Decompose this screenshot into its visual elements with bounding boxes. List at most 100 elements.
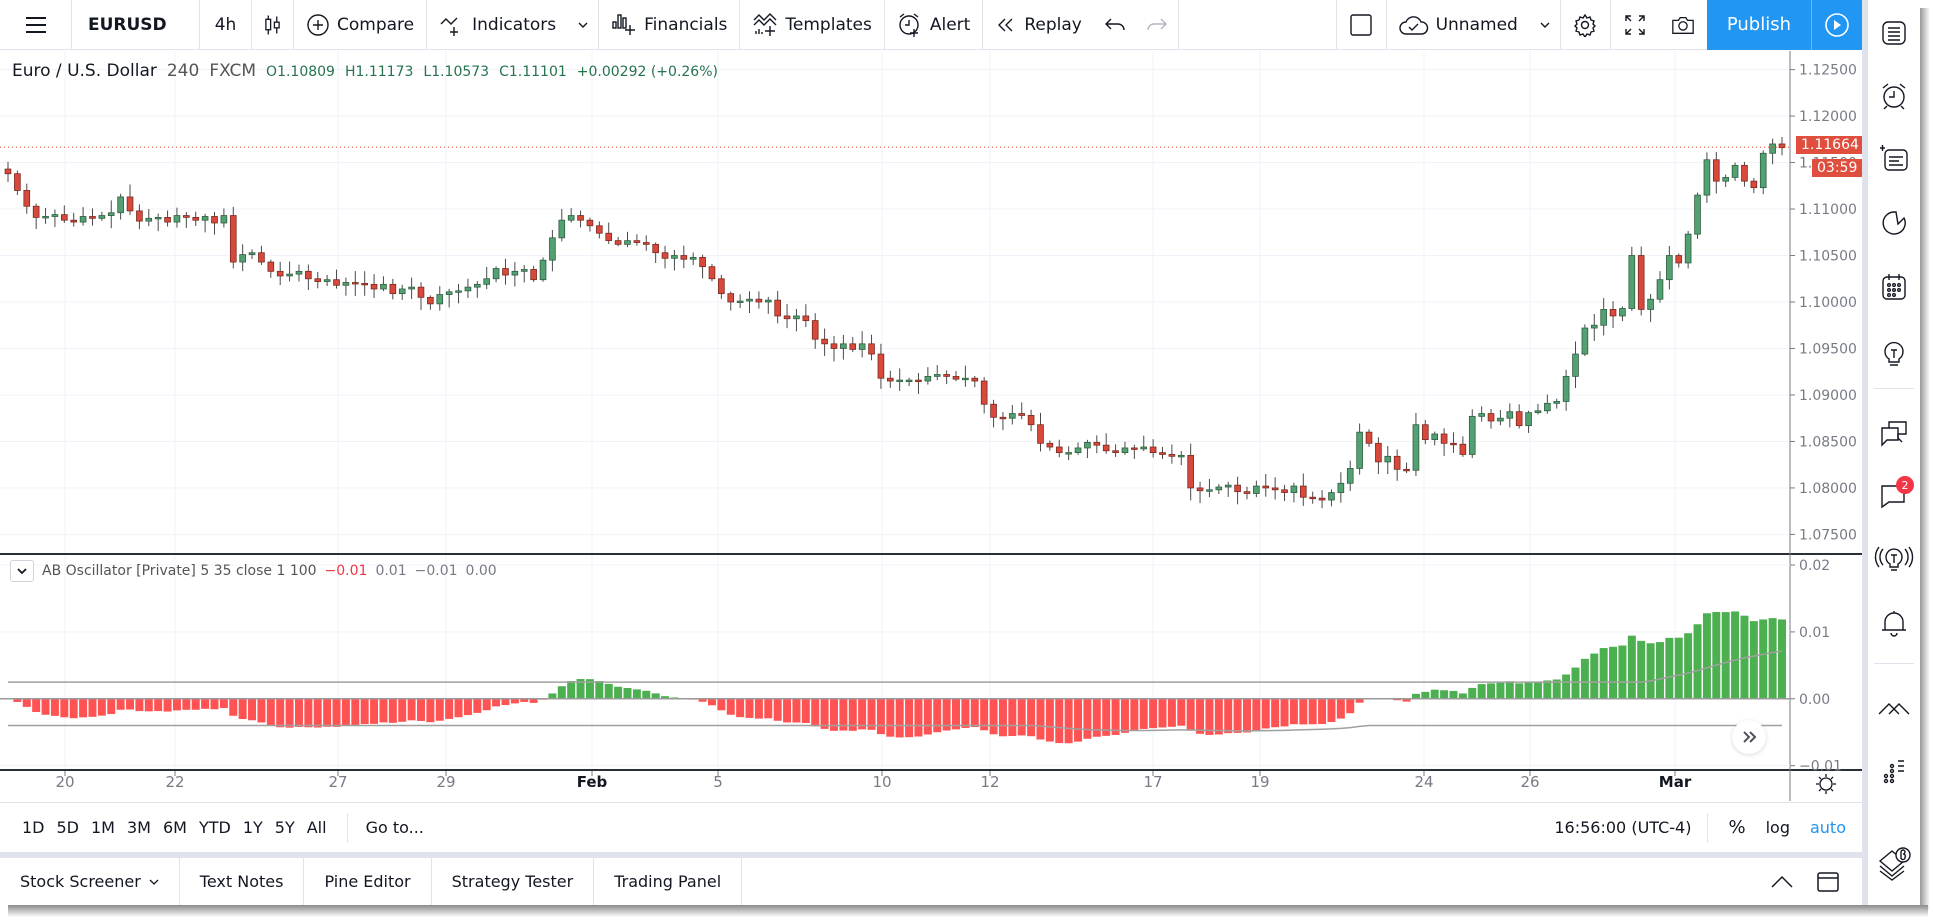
sidebar-watchlist[interactable]	[1868, 10, 1920, 56]
range-5d[interactable]: 5D	[51, 818, 86, 837]
chevron-up-icon[interactable]	[1770, 875, 1794, 889]
sidebar-hotlists[interactable]	[1868, 200, 1920, 246]
compare-button[interactable]: Compare	[294, 0, 428, 50]
chat-badge: 2	[1896, 476, 1914, 494]
osc-upper-band	[8, 650, 1783, 683]
chart-area[interactable]: 1.125001.120001.115001.110001.105001.100…	[0, 51, 1864, 801]
osc-bar-positive	[1749, 621, 1758, 699]
fullscreen-button[interactable]	[1611, 0, 1659, 50]
sidebar-public-chats[interactable]	[1868, 410, 1920, 456]
osc-bar-negative	[1055, 698, 1064, 744]
time-label: 10	[872, 773, 891, 791]
time-label: 22	[165, 773, 184, 791]
sidebar-calendar[interactable]	[1868, 264, 1920, 310]
maximize-panel-icon[interactable]	[1816, 871, 1840, 893]
osc-bar-negative	[32, 698, 41, 712]
sidebar-alerts[interactable]	[1868, 73, 1920, 119]
symbol-search-button[interactable]: EURUSD	[72, 0, 200, 50]
log-toggle[interactable]: log	[1756, 818, 1800, 837]
chevron-down-icon	[149, 879, 159, 885]
tab-pine-editor[interactable]: Pine Editor	[304, 858, 432, 905]
osc-bar-negative	[351, 698, 360, 725]
price-label: 1.10500	[1799, 249, 1857, 265]
candle-up	[1553, 398, 1561, 409]
settings-button[interactable]	[1561, 0, 1611, 50]
candle-up	[1384, 446, 1392, 475]
candle-up	[154, 213, 162, 232]
price-label: 1.10000	[1799, 295, 1857, 311]
sidebar-ideas[interactable]	[1868, 330, 1920, 376]
range-5y[interactable]: 5Y	[269, 818, 301, 837]
replay-button[interactable]: Replay	[983, 0, 1094, 50]
price-label: 1.12500	[1799, 63, 1857, 79]
osc-bar-negative	[1242, 698, 1251, 733]
candle-up	[1759, 150, 1767, 195]
sidebar-private-chats[interactable]: 2	[1868, 472, 1920, 518]
osc-bar-negative	[417, 698, 425, 721]
sidebar-order-panel[interactable]	[1868, 685, 1920, 731]
select-layout-button[interactable]	[1337, 0, 1387, 50]
layout-name-button[interactable]: Unnamed	[1387, 0, 1530, 50]
publish-button[interactable]: Publish	[1706, 0, 1812, 50]
redo-button[interactable]	[1136, 0, 1179, 50]
sidebar-object-tree[interactable]	[1868, 840, 1920, 886]
tab-text-notes[interactable]: Text Notes	[180, 858, 305, 905]
tab-stock-screener[interactable]: Stock Screener	[0, 858, 180, 905]
play-icon	[1825, 12, 1849, 37]
candle-down	[1093, 435, 1101, 454]
osc-bar-negative	[435, 698, 444, 721]
candle-up	[107, 200, 115, 229]
sidebar-notifications[interactable]	[1868, 600, 1920, 646]
sidebar-dom[interactable]	[1868, 748, 1920, 794]
percent-toggle[interactable]: %	[1708, 817, 1755, 838]
sidebar-data-window[interactable]	[1868, 135, 1920, 181]
collapse-indicator-button[interactable]	[10, 560, 34, 582]
chart-style-button[interactable]	[252, 0, 294, 50]
osc-bar-negative	[1336, 698, 1345, 719]
financials-icon	[612, 13, 636, 35]
menu-button[interactable]	[0, 0, 72, 50]
range-1m[interactable]: 1M	[85, 818, 121, 837]
publish-video-button[interactable]	[1812, 0, 1862, 50]
sidebar-streams[interactable]	[1868, 535, 1920, 581]
candle-up	[689, 252, 697, 266]
layout-dropdown[interactable]	[1530, 0, 1561, 50]
scroll-to-realtime-button[interactable]	[1732, 720, 1766, 754]
range-ytd[interactable]: YTD	[193, 818, 237, 837]
osc-bar-negative	[754, 698, 763, 719]
templates-button[interactable]: Templates	[740, 0, 885, 50]
candle-up	[962, 365, 969, 387]
range-1d[interactable]: 1D	[16, 818, 51, 837]
candle-down	[89, 208, 96, 226]
tab-trading-panel[interactable]: Trading Panel	[594, 858, 743, 905]
candle-up	[1074, 442, 1082, 455]
candle-up	[1328, 489, 1335, 507]
indicators-dropdown[interactable]	[568, 0, 600, 50]
snapshot-button[interactable]	[1659, 0, 1707, 50]
time-label: 17	[1143, 773, 1162, 791]
auto-toggle[interactable]: auto	[1800, 818, 1862, 837]
indicators-button[interactable]: Indicators	[427, 0, 568, 50]
candle-down	[708, 263, 716, 282]
range-all[interactable]: All	[301, 818, 333, 837]
financials-button[interactable]: Financials	[599, 0, 741, 50]
tab-strategy-tester[interactable]: Strategy Tester	[432, 858, 595, 905]
goto-button[interactable]: Go to...	[346, 812, 424, 843]
window-shadow	[8, 905, 1928, 917]
undo-button[interactable]	[1094, 0, 1136, 50]
candle-down	[1037, 412, 1044, 452]
candle-down	[718, 274, 725, 299]
interval-button[interactable]: 4h	[200, 0, 252, 50]
symbol-legend: Euro / U.S. Dollar 240 FXCM O1.10809 H1.…	[12, 61, 718, 81]
timezone-clock[interactable]: 16:56:00 (UTC-4)	[1554, 812, 1709, 843]
candle-up	[295, 264, 303, 282]
range-3m[interactable]: 3M	[121, 818, 157, 837]
range-6m[interactable]: 6M	[157, 818, 193, 837]
notifications-icon	[1882, 611, 1906, 637]
alert-button[interactable]: Alert	[885, 0, 984, 50]
scale-settings-icon[interactable]	[1819, 777, 1833, 791]
osc-bar-negative	[41, 698, 50, 715]
range-1y[interactable]: 1Y	[237, 818, 269, 837]
chart-canvas[interactable]: 1.125001.120001.115001.110001.105001.100…	[0, 51, 1862, 801]
osc-bar-negative	[285, 698, 294, 728]
